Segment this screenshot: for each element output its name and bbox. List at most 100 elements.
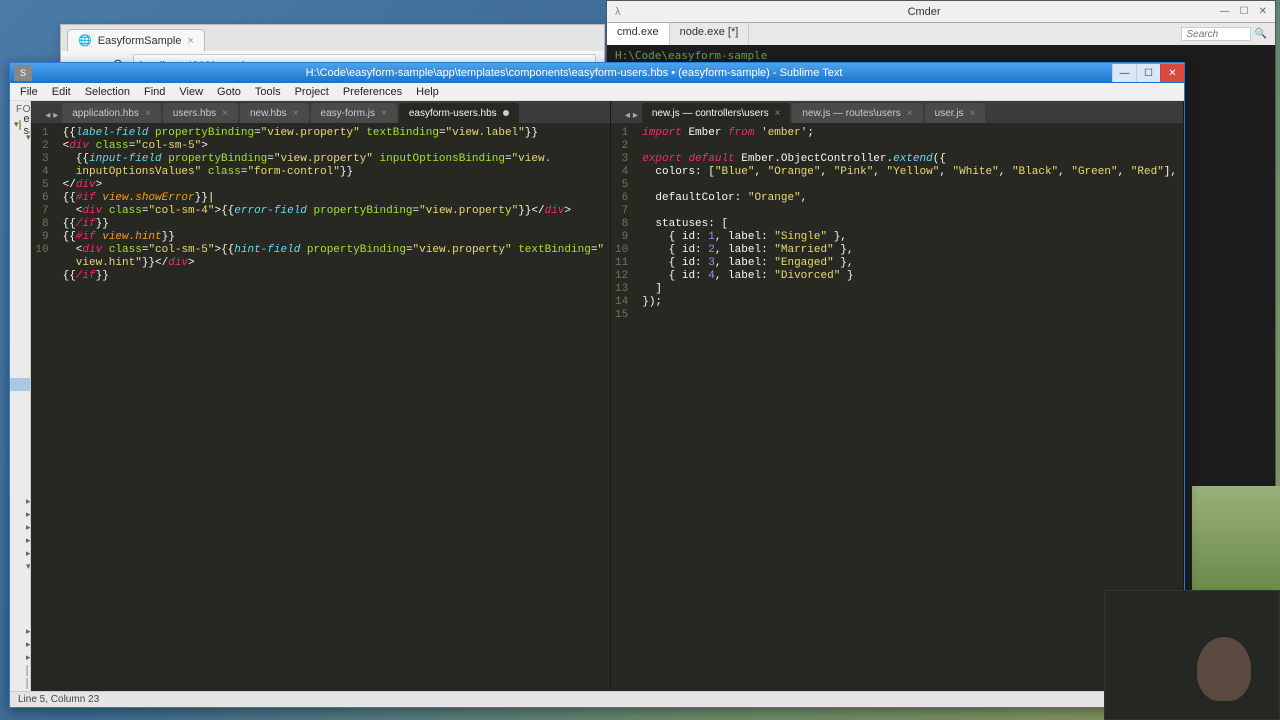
tree-folder[interactable]: ▾templates (10, 339, 31, 352)
tree-file[interactable]: app.js (10, 456, 31, 469)
tree-folder[interactable]: ▸helpers (10, 209, 31, 222)
close-button[interactable]: ✕ (1160, 64, 1184, 82)
close-icon[interactable]: × (293, 108, 299, 119)
tree-file[interactable]: new.js (10, 183, 31, 196)
tree-folder[interactable]: ▸config (10, 508, 30, 521)
tree-folder[interactable]: ▾users (10, 170, 31, 183)
minimize-button[interactable]: — (1112, 64, 1136, 82)
menu-selection[interactable]: Selection (79, 84, 136, 100)
editor-tab[interactable]: user.js× (925, 103, 986, 123)
editor-tab[interactable]: new.js — controllers\users× (642, 103, 791, 123)
maximize-icon[interactable]: ☐ (1240, 6, 1249, 17)
tree-folder[interactable]: ▾initializers (10, 222, 31, 235)
tree-file[interactable]: index.js (10, 612, 31, 625)
tree-file[interactable]: .jshintrc (10, 599, 31, 612)
close-icon[interactable]: × (187, 35, 193, 47)
menu-tools[interactable]: Tools (249, 84, 287, 100)
tree-folder[interactable]: ▸node_modules (10, 534, 30, 547)
maximize-button[interactable]: ☐ (1136, 64, 1160, 82)
cmder-tab[interactable]: node.exe [*] (670, 23, 750, 45)
tree-folder[interactable]: ▾users (10, 391, 31, 404)
editor-tab[interactable]: users.hbs× (163, 103, 238, 123)
cmder-tab[interactable]: cmd.exe (607, 23, 670, 45)
close-icon[interactable]: × (145, 108, 151, 119)
close-icon[interactable]: ✕ (1259, 6, 1267, 17)
menu-help[interactable]: Help (410, 84, 445, 100)
browser-tab[interactable]: 🌐 EasyformSample × (67, 29, 205, 51)
code-area[interactable]: {{label-field propertyBinding="view.prop… (57, 123, 610, 691)
sidebar[interactable]: FOLDERS ▾easyform-sample▾app▸components▾… (10, 101, 31, 691)
tree-file[interactable]: .gitkeep (10, 365, 31, 378)
chevron-down-icon[interactable]: ▾ (26, 561, 31, 572)
menu-file[interactable]: File (14, 84, 44, 100)
tree-file[interactable]: users.js (10, 313, 31, 326)
tree-file[interactable]: index.html (10, 469, 31, 482)
tree-file[interactable]: application.hbs (10, 417, 31, 430)
chevron-right-icon[interactable]: ▸ (26, 639, 31, 650)
chevron-down-icon[interactable]: ▾ (26, 132, 31, 143)
tree-file[interactable]: .editorconfig (10, 677, 30, 690)
tree-folder[interactable]: ▾users (10, 274, 31, 287)
close-icon[interactable]: × (907, 108, 913, 119)
close-icon[interactable]: × (970, 108, 976, 119)
tree-folder[interactable]: ▸vendor (10, 651, 30, 664)
tree-folder[interactable]: ▾easyform-sample (10, 118, 30, 131)
tree-folder[interactable]: ▸styles (10, 326, 31, 339)
menu-goto[interactable]: Goto (211, 84, 247, 100)
folder-tree[interactable]: ▾easyform-sample▾app▸components▾controll… (10, 118, 30, 691)
tree-folder[interactable]: ▾controllers (10, 157, 31, 170)
tree-file[interactable]: router.js (10, 482, 31, 495)
editor-tab[interactable]: new.js — routes\users× (792, 103, 922, 123)
editor-tab[interactable]: easyform-users.hbs (399, 103, 519, 123)
tree-file[interactable]: .gitkeep (10, 300, 31, 313)
tree-folder[interactable]: ▸components (10, 144, 31, 157)
menu-project[interactable]: Project (289, 84, 335, 100)
tree-folder[interactable]: ▸views (10, 443, 31, 456)
editor-tab[interactable]: easy-form.js× (311, 103, 397, 123)
close-icon[interactable]: × (381, 108, 387, 119)
tree-file[interactable]: easyform-users.hbs (10, 378, 31, 391)
menu-view[interactable]: View (173, 84, 209, 100)
tree-folder[interactable]: ▸dist (10, 521, 30, 534)
search-icon[interactable]: 🔍 (1255, 29, 1267, 40)
tree-file[interactable]: users.hbs (10, 430, 31, 443)
tree-file[interactable]: .bowerrc (10, 664, 30, 677)
tree-folder[interactable]: ▸bower_components (10, 495, 30, 508)
tree-folder[interactable]: ▾components (10, 352, 31, 365)
tree-folder[interactable]: ▾server (10, 560, 30, 573)
close-icon[interactable]: × (222, 108, 228, 119)
tree-file[interactable]: easy-form.js (10, 235, 31, 248)
tree-folder[interactable]: ▾routes (10, 261, 31, 274)
cmder-search-input[interactable] (1181, 27, 1251, 41)
chevron-right-icon[interactable]: ▸ (26, 548, 31, 559)
editor-tab[interactable]: new.hbs× (240, 103, 309, 123)
menu-edit[interactable]: Edit (46, 84, 77, 100)
chevron-down-icon[interactable]: ▾ (14, 119, 19, 130)
history-nav-icon[interactable]: ◂ ▸ (621, 108, 642, 123)
chevron-right-icon[interactable]: ▸ (26, 652, 31, 663)
tree-file[interactable]: users.js (10, 586, 31, 599)
chevron-right-icon[interactable]: ▸ (26, 509, 31, 520)
tree-folder[interactable]: ▸tests (10, 625, 30, 638)
chevron-right-icon[interactable]: ▸ (26, 496, 31, 507)
sublime-titlebar[interactable]: S H:\Code\easyform-sample\app\templates\… (10, 63, 1184, 83)
chevron-right-icon[interactable]: ▸ (26, 535, 31, 546)
tree-file[interactable]: new.hbs (10, 404, 31, 417)
close-icon[interactable]: × (775, 108, 781, 119)
tree-folder[interactable]: ▾mocks (10, 573, 31, 586)
chevron-right-icon[interactable]: ▸ (26, 522, 31, 533)
editor-right[interactable]: 1 2 3 4 5 6 7 8 9 10 11 12 13 14 15 impo… (611, 123, 1183, 691)
editor-left[interactable]: 1 2 3 4 5 6 7 8 9 10 {{label-field prope… (31, 123, 610, 691)
tree-folder[interactable]: ▾app (10, 131, 30, 144)
tree-folder[interactable]: ▸public (10, 547, 30, 560)
code-area[interactable]: import Ember from 'ember'; export defaul… (636, 123, 1183, 691)
chevron-right-icon[interactable]: ▸ (26, 626, 31, 637)
editor-tab[interactable]: application.hbs× (62, 103, 161, 123)
minimize-icon[interactable]: — (1220, 6, 1230, 17)
tree-folder[interactable]: ▸models (10, 248, 31, 261)
menu-preferences[interactable]: Preferences (337, 84, 408, 100)
menu-find[interactable]: Find (138, 84, 171, 100)
tree-file[interactable]: new.js (10, 287, 31, 300)
tree-folder[interactable]: ▸tmp (10, 638, 30, 651)
history-nav-icon[interactable]: ◂ ▸ (41, 108, 62, 123)
